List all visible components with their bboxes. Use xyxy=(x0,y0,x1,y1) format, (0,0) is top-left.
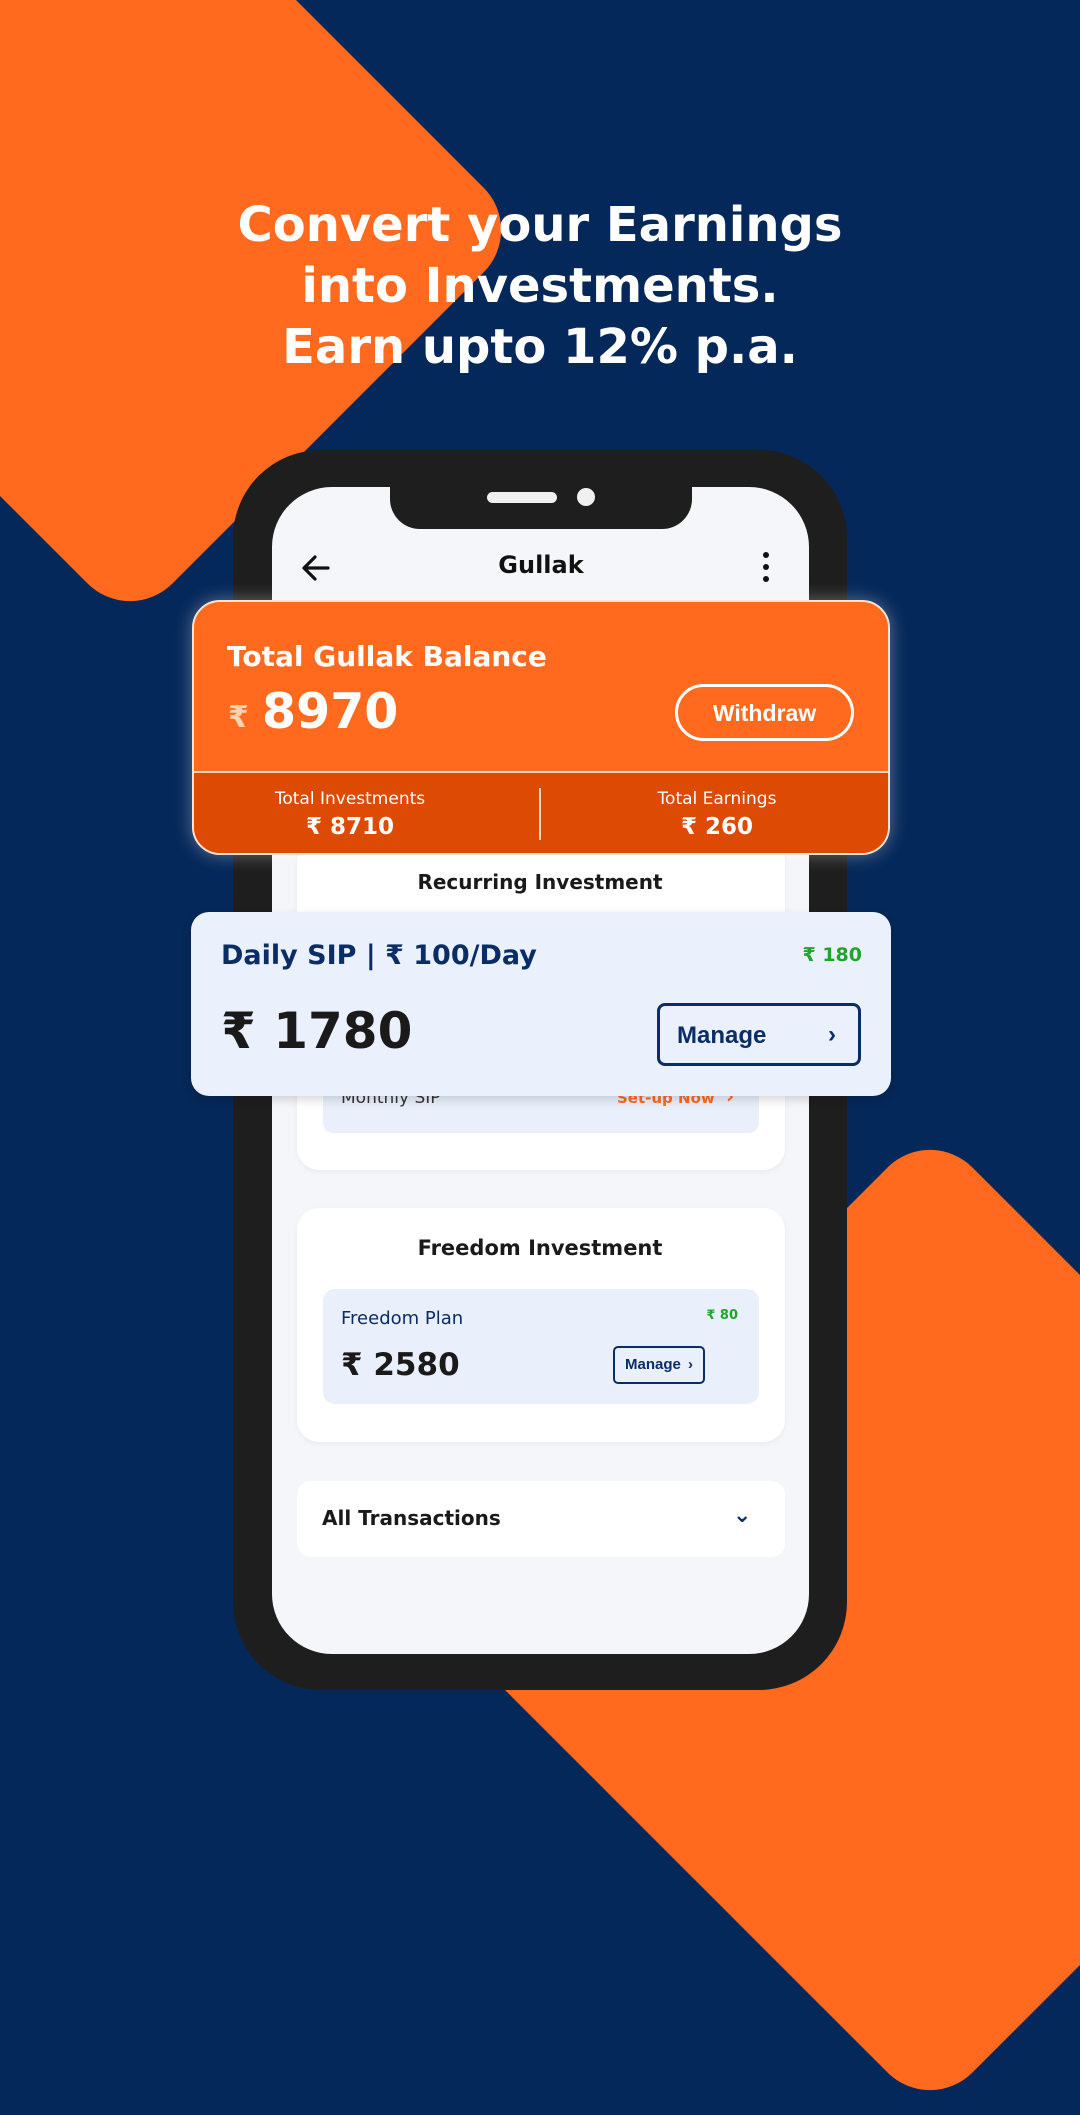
stat-divider xyxy=(539,788,541,840)
all-transactions-label: All Transactions xyxy=(322,1506,501,1530)
freedom-manage-label: Manage xyxy=(625,1356,681,1373)
daily-sip-title: Daily SIP | ₹ 100/Day xyxy=(221,940,537,971)
daily-sip-earnings: ₹ 180 xyxy=(802,944,863,966)
phone-speaker xyxy=(487,492,557,503)
freedom-plan-earnings: ₹ 80 xyxy=(706,1308,738,1323)
recurring-investment-title: Recurring Investment xyxy=(417,870,663,894)
withdraw-button[interactable]: Withdraw xyxy=(675,684,854,741)
chevron-right-icon: › xyxy=(828,1021,836,1048)
freedom-manage-button[interactable]: Manage › xyxy=(613,1346,705,1384)
chevron-right-icon: › xyxy=(688,1356,693,1373)
daily-sip-manage-label: Manage xyxy=(677,1022,767,1049)
total-investments-value: ₹ 8710 xyxy=(305,814,395,840)
back-arrow-icon[interactable] xyxy=(300,548,336,588)
headline-line-3: Earn upto 12% p.a. xyxy=(282,319,798,375)
headline-line-1: Convert your Earnings xyxy=(237,197,843,253)
page-title: Gullak xyxy=(498,551,584,579)
total-investments-label: Total Investments xyxy=(274,789,426,809)
daily-sip-amount: ₹ 1780 xyxy=(221,1002,413,1060)
headline-line-2: into Investments. xyxy=(301,258,779,314)
total-earnings-value: ₹ 260 xyxy=(680,814,754,840)
more-vertical-icon[interactable] xyxy=(756,552,776,586)
freedom-plan-amount: ₹ 2580 xyxy=(341,1347,460,1383)
balance-title: Total Gullak Balance xyxy=(227,640,547,673)
rupee-symbol: ₹ xyxy=(228,700,249,735)
freedom-investment-title: Freedom Investment xyxy=(417,1236,663,1260)
daily-sip-manage-button[interactable]: Manage › xyxy=(657,1003,861,1066)
phone-camera xyxy=(577,488,595,506)
total-earnings-label: Total Earnings xyxy=(657,789,777,809)
freedom-plan-name: Freedom Plan xyxy=(341,1308,464,1329)
promo-headline: Convert your Earnings into Investments. … xyxy=(0,195,1080,378)
balance-amount: 8970 xyxy=(262,683,399,740)
chevron-down-icon[interactable]: ⌄ xyxy=(733,1503,751,1528)
balance-summary-strip xyxy=(194,771,888,853)
